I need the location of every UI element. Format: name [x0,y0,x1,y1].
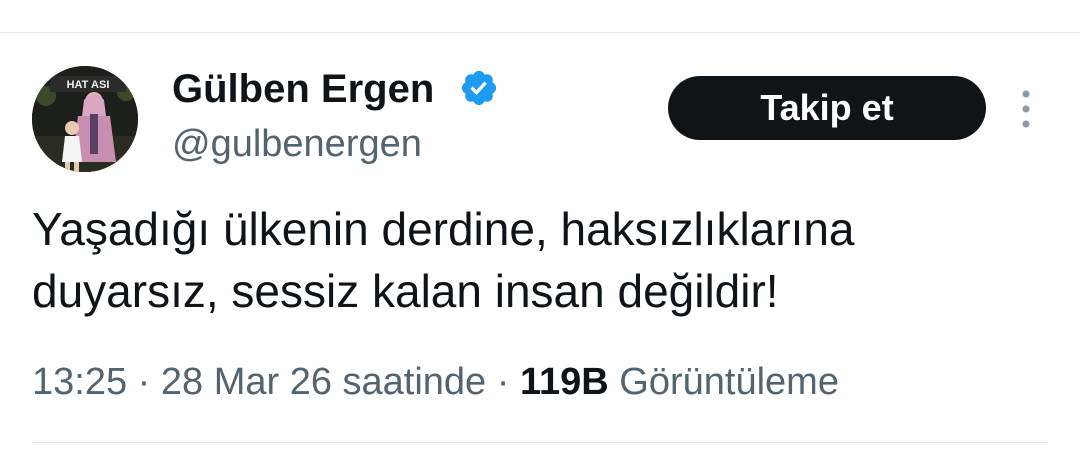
meta-separator: · [137,361,151,403]
bottom-divider [32,442,1048,443]
svg-text:HAT ASI: HAT ASI [67,79,110,91]
follow-button[interactable]: Takip et [668,76,986,140]
meta-separator: · [496,361,510,403]
avatar-photo: HAT ASI [32,66,138,172]
tweet-meta: 13:25 · 28 Mar 26 saatinde · 119B Görünt… [32,356,839,408]
more-vertical-icon[interactable] [1014,88,1038,130]
author-handle[interactable]: @gulbenergen [172,120,422,168]
avatar[interactable]: HAT ASI [32,66,138,172]
author-display-name[interactable]: Gülben Ergen [172,64,434,114]
top-divider [0,32,1080,33]
tweet-text: Yaşadığı ülkenin derdine, haksızlıkların… [32,203,855,317]
tweet-time[interactable]: 13:25 [32,361,127,403]
tweet-date[interactable]: 28 Mar 26 saatinde [161,361,486,403]
verified-badge-icon [461,70,497,106]
views-count: 119B [519,361,609,403]
views-label: Görüntüleme [619,361,839,403]
